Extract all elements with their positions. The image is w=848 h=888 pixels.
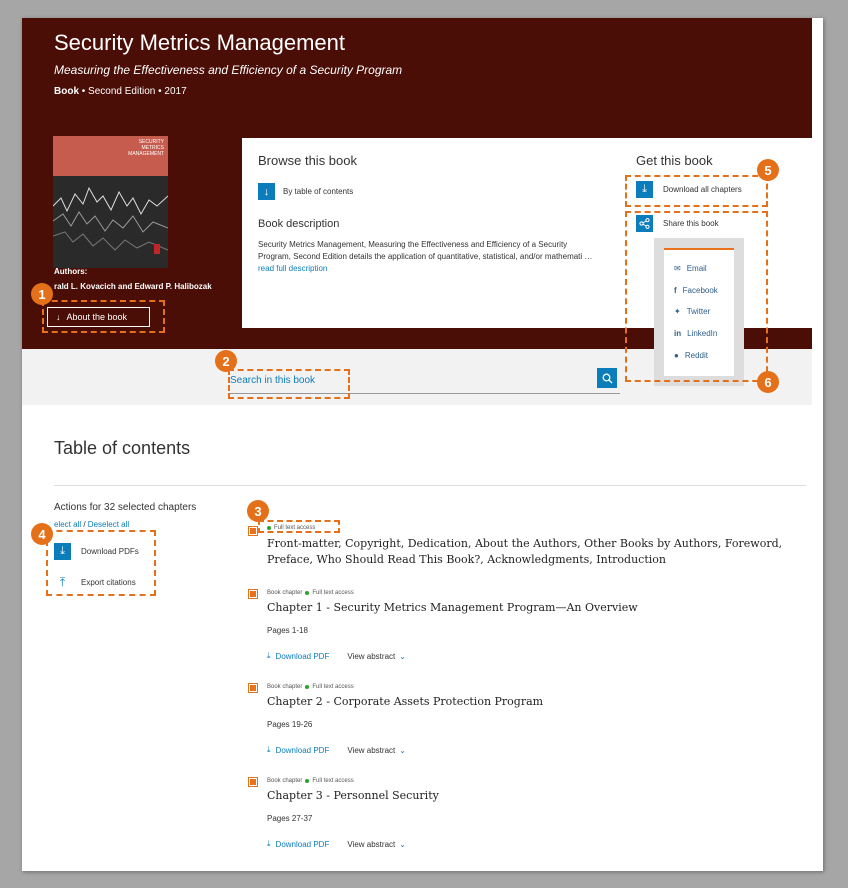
full-text-label: Full text access [312, 684, 354, 690]
download-pdf-label: Download PDF [275, 651, 330, 661]
book-meta: Book • Second Edition • 2017 [54, 86, 187, 97]
chapter-3-pages: Pages 27-37 [267, 814, 313, 823]
toc-link-label: By table of contents [283, 187, 354, 196]
book-type: Book [54, 86, 79, 97]
callout-badge-2: 2 [215, 350, 237, 372]
page-frame: Security Metrics Management Measuring th… [22, 18, 823, 871]
download-icon: ⤓ [267, 745, 271, 754]
by-table-of-contents-link[interactable]: ↓ By table of contents [258, 183, 353, 200]
cover-publisher-mark [154, 244, 160, 254]
front-matter-title[interactable]: Front-matter, Copyright, Dedication, Abo… [267, 536, 807, 568]
select-links: elect all / Deselect all [54, 520, 129, 529]
view-abstract-label: View abstract [347, 651, 396, 661]
access-dot [305, 591, 310, 595]
selected-chapters-actions-title: Actions for 32 selected chapters [54, 502, 197, 513]
download-icon: ⤓ [267, 839, 271, 848]
authors-names: rald L. Kovacich and Edward P. Halibozak [54, 282, 212, 291]
access-dot [305, 685, 310, 689]
callout-box-full-text [258, 520, 340, 533]
authors-label: Authors: [54, 267, 88, 276]
chapter-1-view-abstract[interactable]: View abstract ⌄ [347, 652, 406, 661]
chapter-1-pages: Pages 1-18 [267, 626, 308, 635]
callout-box-download-all [625, 175, 768, 207]
chapter-1-checkbox[interactable] [248, 589, 258, 599]
chapter-1-meta: Book chapter Full text access [267, 590, 354, 596]
full-text-label: Full text access [312, 590, 354, 596]
chapter-1-title[interactable]: Chapter 1 - Security Metrics Management … [267, 600, 638, 616]
chapter-2-view-abstract[interactable]: View abstract ⌄ [347, 746, 406, 755]
book-cover-image: SECURITY METRICS MANAGEMENT [53, 136, 168, 268]
chapter-3-links: ⤓ Download PDF View abstract ⌄ [267, 839, 406, 849]
chevron-down-icon: ⌄ [399, 839, 406, 849]
chapter-3-meta: Book chapter Full text access [267, 778, 354, 784]
chapter-2-pages: Pages 19-26 [267, 720, 313, 729]
chapter-2-download-pdf[interactable]: ⤓ Download PDF [267, 745, 329, 755]
chapter-3-view-abstract[interactable]: View abstract ⌄ [347, 840, 406, 849]
view-abstract-label: View abstract [347, 745, 396, 755]
download-pdf-label: Download PDF [275, 745, 330, 755]
toc-divider [54, 485, 806, 486]
chapter-2-checkbox[interactable] [248, 683, 258, 693]
access-dot [305, 779, 310, 783]
chapter-1-links: ⤓ Download PDF View abstract ⌄ [267, 651, 406, 661]
callout-box-share [625, 211, 768, 382]
book-description: Security Metrics Management, Measuring t… [258, 239, 598, 275]
chapter-2-title[interactable]: Chapter 2 - Corporate Assets Protection … [267, 694, 543, 710]
view-abstract-label: View abstract [347, 839, 396, 849]
chapter-3-title[interactable]: Chapter 3 - Personnel Security [267, 788, 439, 804]
chevron-down-icon: ⌄ [399, 651, 406, 661]
select-all-link[interactable]: elect all [54, 520, 81, 529]
book-subtitle: Measuring the Effectiveness and Efficien… [54, 63, 403, 77]
book-description-heading: Book description [258, 218, 340, 230]
callout-box-about [42, 300, 165, 333]
select-separator: / [81, 520, 88, 529]
chevron-down-icon: ⌄ [399, 745, 406, 755]
arrow-down-icon: ↓ [258, 183, 275, 200]
read-full-description-link[interactable]: read full description [258, 264, 327, 273]
search-button[interactable] [597, 368, 617, 388]
chapter-2-links: ⤓ Download PDF View abstract ⌄ [267, 745, 406, 755]
callout-box-actions [46, 530, 156, 596]
download-pdf-label: Download PDF [275, 839, 330, 849]
full-text-label: Full text access [312, 778, 354, 784]
cover-graph-art [53, 176, 168, 268]
book-title: Security Metrics Management [54, 30, 345, 55]
download-icon: ⤓ [267, 651, 271, 660]
browse-heading: Browse this book [258, 153, 357, 168]
deselect-all-link[interactable]: Deselect all [88, 520, 129, 529]
chapter-3-download-pdf[interactable]: ⤓ Download PDF [267, 839, 329, 849]
callout-box-search [228, 369, 350, 399]
callout-badge-1: 1 [31, 283, 53, 305]
book-chapter-label: Book chapter [267, 590, 303, 596]
chapter-3-checkbox[interactable] [248, 777, 258, 787]
callout-badge-3: 3 [247, 500, 269, 522]
callout-badge-5: 5 [757, 159, 779, 181]
front-matter-checkbox[interactable] [248, 526, 258, 536]
cover-title-lettering: SECURITY METRICS MANAGEMENT [128, 139, 164, 157]
book-edition-year: • Second Edition • 2017 [79, 86, 187, 97]
callout-badge-6: 6 [757, 371, 779, 393]
chapter-2-meta: Book chapter Full text access [267, 684, 354, 690]
chapter-1-download-pdf[interactable]: ⤓ Download PDF [267, 651, 329, 661]
toc-heading: Table of contents [54, 438, 191, 458]
get-book-heading: Get this book [636, 153, 713, 168]
description-text: Security Metrics Management, Measuring t… [258, 240, 593, 261]
book-chapter-label: Book chapter [267, 684, 303, 690]
book-chapter-label: Book chapter [267, 778, 303, 784]
search-icon [602, 373, 612, 383]
callout-badge-4: 4 [31, 523, 53, 545]
